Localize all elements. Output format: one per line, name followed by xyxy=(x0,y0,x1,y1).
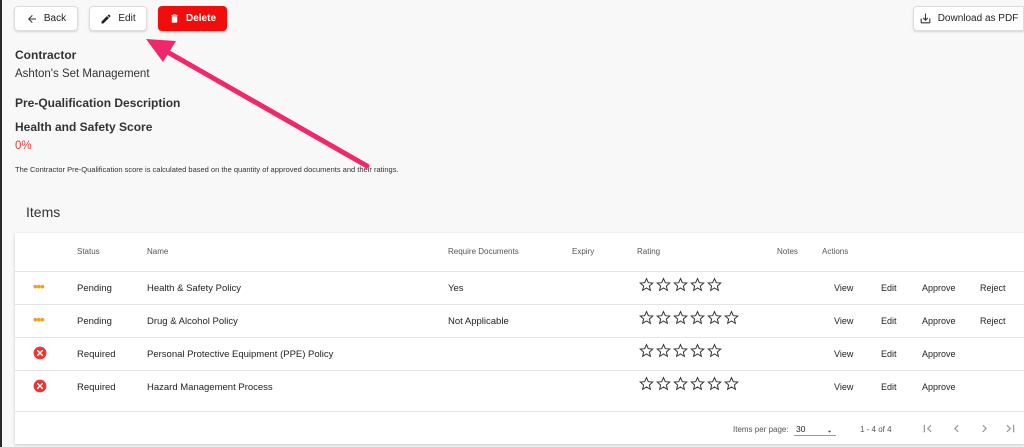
error-circle-icon xyxy=(33,346,47,365)
delete-button-label: Delete xyxy=(185,13,216,24)
rating-stars[interactable] xyxy=(639,376,739,396)
star-outline-icon[interactable] xyxy=(656,277,671,297)
edit-row-button[interactable]: Edit xyxy=(881,316,897,326)
column-header-status[interactable]: Status xyxy=(77,247,100,256)
trash-icon xyxy=(169,12,180,25)
edit-button[interactable]: Edit xyxy=(89,6,147,31)
column-header-require-documents[interactable]: Require Documents xyxy=(448,247,519,256)
star-outline-icon[interactable] xyxy=(707,343,722,363)
left-window-edge xyxy=(0,0,2,447)
row-name: Health & Safety Policy xyxy=(147,283,241,294)
arrow-left-icon xyxy=(26,13,38,25)
approve-button[interactable]: Approve xyxy=(922,349,956,359)
edit-row-button[interactable]: Edit xyxy=(881,283,897,293)
reject-button[interactable]: Reject xyxy=(980,316,1006,326)
row-require-documents: Not Applicable xyxy=(448,316,509,327)
star-outline-icon[interactable] xyxy=(707,376,722,396)
star-outline-icon[interactable] xyxy=(673,376,688,396)
score-explanation-note: The Contractor Pre-Qualification score i… xyxy=(15,165,399,174)
rating-stars[interactable] xyxy=(639,277,722,297)
view-button[interactable]: View xyxy=(834,382,853,392)
pencil-icon xyxy=(100,13,112,25)
table-row: Required Personal Protective Equipment (… xyxy=(15,337,1024,371)
view-button[interactable]: View xyxy=(834,283,853,293)
row-name: Hazard Management Process xyxy=(147,382,273,393)
row-name: Drug & Alcohol Policy xyxy=(147,316,238,327)
page-size-value: 30 xyxy=(796,424,806,434)
column-header-rating[interactable]: Rating xyxy=(637,247,660,256)
health-safety-score-value: 0% xyxy=(15,140,32,152)
star-outline-icon[interactable] xyxy=(724,310,739,330)
star-outline-icon[interactable] xyxy=(690,376,705,396)
pending-dots-icon: ••• xyxy=(33,279,45,294)
table-paginator: Items per page: 30 1 - 4 of 4 xyxy=(15,411,1024,445)
edit-row-button[interactable]: Edit xyxy=(881,382,897,392)
next-page-icon[interactable] xyxy=(977,421,992,441)
row-require-documents: Yes xyxy=(448,283,464,294)
star-outline-icon[interactable] xyxy=(639,376,654,396)
star-outline-icon[interactable] xyxy=(673,277,688,297)
column-header-actions: Actions xyxy=(822,247,849,256)
rating-stars[interactable] xyxy=(639,343,722,363)
first-page-icon[interactable] xyxy=(920,421,935,441)
star-outline-icon[interactable] xyxy=(690,343,705,363)
approve-button[interactable]: Approve xyxy=(922,283,956,293)
star-outline-icon[interactable] xyxy=(724,376,739,396)
download-pdf-button[interactable]: Download as PDF xyxy=(913,6,1024,31)
star-outline-icon[interactable] xyxy=(656,343,671,363)
star-outline-icon[interactable] xyxy=(690,277,705,297)
star-outline-icon[interactable] xyxy=(707,310,722,330)
row-status: Pending xyxy=(77,316,112,327)
column-header-name[interactable]: Name xyxy=(147,247,168,256)
table-row: ••• Pending Drug & Alcohol Policy Not Ap… xyxy=(15,304,1024,338)
back-button-label: Back xyxy=(43,13,67,24)
edit-row-button[interactable]: Edit xyxy=(881,349,897,359)
table-row: Required Hazard Management Process View … xyxy=(15,370,1024,404)
table-row: ••• Pending Health & Safety Policy Yes V… xyxy=(15,271,1024,305)
star-outline-icon[interactable] xyxy=(639,310,654,330)
items-heading: Items xyxy=(26,204,61,220)
contractor-value: Ashton's Set Management xyxy=(15,68,150,80)
contractor-label: Contractor xyxy=(15,48,77,62)
previous-page-icon[interactable] xyxy=(949,421,964,441)
star-outline-icon[interactable] xyxy=(673,343,688,363)
star-outline-icon[interactable] xyxy=(639,277,654,297)
items-per-page-label: Items per page: xyxy=(733,425,789,434)
row-status: Pending xyxy=(77,283,112,294)
column-header-notes[interactable]: Notes xyxy=(777,247,798,256)
page-size-select[interactable]: 30 xyxy=(794,421,836,436)
edit-button-label: Edit xyxy=(118,13,136,24)
column-header-expiry[interactable]: Expiry xyxy=(572,247,594,256)
row-name: Personal Protective Equipment (PPE) Poli… xyxy=(147,349,334,360)
row-status: Required xyxy=(77,349,116,360)
star-outline-icon[interactable] xyxy=(673,310,688,330)
view-button[interactable]: View xyxy=(834,349,853,359)
approve-button[interactable]: Approve xyxy=(922,316,956,326)
delete-button[interactable]: Delete xyxy=(158,6,227,31)
health-safety-score-label: Health and Safety Score xyxy=(15,120,153,134)
approve-button[interactable]: Approve xyxy=(922,382,956,392)
star-outline-icon[interactable] xyxy=(639,343,654,363)
back-button[interactable]: Back xyxy=(14,6,78,31)
items-table: Status Name Require Documents Expiry Rat… xyxy=(15,233,1024,444)
pending-dots-icon: ••• xyxy=(33,312,45,327)
star-outline-icon[interactable] xyxy=(656,310,671,330)
star-outline-icon[interactable] xyxy=(707,277,722,297)
download-pdf-label: Download as PDF xyxy=(937,13,1019,24)
star-outline-icon[interactable] xyxy=(656,376,671,396)
rating-stars[interactable] xyxy=(639,310,739,330)
view-button[interactable]: View xyxy=(834,316,853,326)
star-outline-icon[interactable] xyxy=(690,310,705,330)
reject-button[interactable]: Reject xyxy=(980,283,1006,293)
download-icon xyxy=(919,12,932,25)
prequal-description-label: Pre-Qualification Description xyxy=(15,96,181,110)
caret-down-icon xyxy=(825,423,834,441)
last-page-icon[interactable] xyxy=(1003,421,1018,441)
error-circle-icon xyxy=(33,379,47,398)
page-range-label: 1 - 4 of 4 xyxy=(860,425,892,434)
row-status: Required xyxy=(77,382,116,393)
